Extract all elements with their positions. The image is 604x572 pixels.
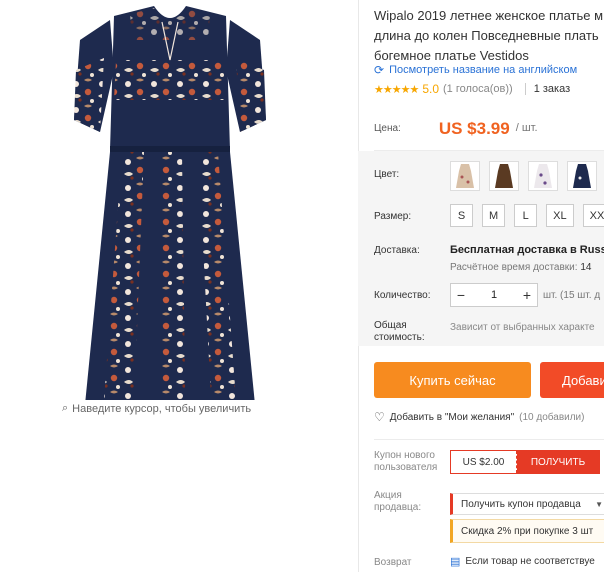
color-swatch-white[interactable] [528,161,558,191]
seller-coupon-dropdown-text: Получить купон продавца [461,498,581,510]
shipping-estimate-value: 14 [580,262,592,273]
quantity-available: шт. (15 шт. д [543,290,601,301]
return-policy-icon: ▤ [450,556,461,568]
size-option-m[interactable]: M [482,204,506,227]
color-swatch-navy[interactable] [567,161,597,191]
translate-icon: ⟳ [374,63,385,77]
get-coupon-button[interactable]: ПОЛУЧИТЬ [517,451,599,473]
product-details: Wipalo 2019 летнее женское платье м длин… [358,0,604,572]
zoom-hint-text: Наведите курсор, чтобы увеличить [72,402,252,415]
total-label-line: стоимость: [374,332,425,343]
product-title-line: длина до колен Повседневные плать [374,28,599,43]
product-main-image[interactable] [70,0,270,455]
zoom-hint: ⌕ Наведите курсор, чтобы увеличить [62,402,251,415]
quantity-increase-button[interactable]: + [517,287,537,303]
color-swatch-beige[interactable] [450,161,480,191]
total-label: Общая стоимость: [374,320,425,344]
size-label: Размер: [374,211,412,222]
promo-label-line: продавца: [374,502,422,513]
seller-promo-label: Акция продавца: [374,490,421,514]
new-user-coupon-label: Купон нового пользователя [374,450,437,474]
wishlist-link[interactable]: ♡ Добавить в "Мои желания" (10 добавили) [374,410,584,424]
divider [374,439,604,440]
price-row: Цена: US $3.99 / шт. [374,116,538,138]
price-label: Цена: [374,123,401,134]
magnifier-icon: ⌕ [62,402,69,414]
price-unit: / шт. [515,122,538,134]
total-value: Зависит от выбранных характе [450,322,595,333]
coupon-label-line: Купон нового [374,450,435,461]
shipping-estimate-label: Расчётное время доставки: [450,262,578,273]
rating-row: ★★★★★ 5.0 (1 голоса(ов)) 1 заказ [374,82,570,96]
seller-coupon-dropdown[interactable]: Получить купон продавца ▼ [450,493,604,515]
bulk-discount-banner: Скидка 2% при покупке 3 шт [450,519,604,543]
add-to-cart-button[interactable]: Добавить [540,362,604,398]
buy-now-button[interactable]: Купить сейчас [374,362,531,398]
quantity-label: Количество: [374,290,431,301]
quantity-decrease-button[interactable]: − [451,287,471,303]
translate-title-link[interactable]: ⟳ Посмотреть название на английском [374,63,577,77]
shipping-estimate: Расчётное время доставки: 14 [450,262,591,273]
size-option-xl[interactable]: XL [546,204,574,227]
total-label-line: Общая [374,320,407,331]
coupon-label-line: пользователя [374,462,438,473]
shipping-method[interactable]: Бесплатная доставка в Russia [450,244,604,256]
quantity-stepper: − 1 + [450,283,538,307]
size-options: S M L XL XXL [450,204,604,227]
product-title-line: Wipalo 2019 летнее женское платье м [374,8,604,23]
orders-count: 1 заказ [533,83,571,95]
color-swatch-brown[interactable] [489,161,519,191]
promo-label-line: Акция [374,490,402,501]
size-option-s[interactable]: S [450,204,473,227]
rating-stars-icon: ★★★★★ [374,83,419,96]
rating-votes-link[interactable]: (1 голоса(ов)) [443,83,513,95]
size-option-xxl[interactable]: XXL [582,204,604,227]
color-label: Цвет: [374,169,400,180]
returns-label: Возврат [374,557,412,568]
returns-policy-text: Если товар не соответствуе [465,556,595,567]
wishlist-text: Добавить в "Мои желания" [389,411,515,423]
size-option-l[interactable]: L [514,204,538,227]
returns-policy[interactable]: ▤ Если товар не соответствуе [450,555,595,568]
translate-link-text: Посмотреть название на английском [389,64,578,76]
product-title: Wipalo 2019 летнее женское платье м длин… [374,6,604,66]
product-gallery: ⌕ Наведите курсор, чтобы увеличить [0,0,358,572]
color-swatches [450,161,597,191]
coupon-amount: US $2.00 [451,451,517,473]
coupon-box: US $2.00 ПОЛУЧИТЬ [450,450,600,474]
heart-icon: ♡ [374,410,385,424]
quantity-input[interactable]: 1 [491,289,497,301]
wishlist-count: (10 добавили) [519,411,585,423]
rating-score: 5.0 [422,82,439,96]
price-value: US $3.99 [438,119,510,138]
shipping-label: Доставка: [374,245,420,256]
divider [524,83,526,95]
chevron-down-icon: ▼ [595,499,603,509]
